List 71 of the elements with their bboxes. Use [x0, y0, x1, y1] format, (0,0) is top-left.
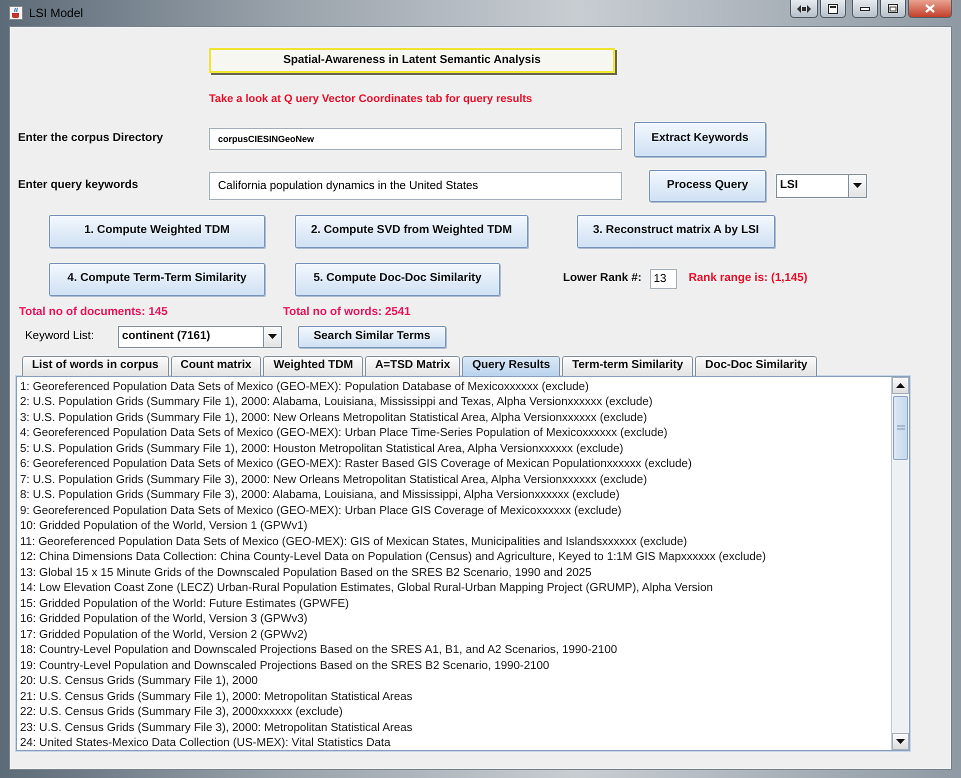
tab[interactable]: Term-term Similarity: [562, 356, 694, 376]
result-row[interactable]: 17: Gridded Population of the World, Version 2 (GPWv2): [20, 628, 891, 643]
result-row[interactable]: 18: Country-Level Population and Downscaled Projections Based on the SRES A1, B1, and A2 Scenarios, 1990-2100: [20, 643, 891, 658]
rank-field[interactable]: 13: [650, 269, 677, 289]
compute-button[interactable]: 1. Compute Weighted TDM: [49, 214, 265, 248]
directory-field[interactable]: corpusCIESINGeoNew: [209, 128, 622, 150]
dropdown-arrow-icon: [268, 334, 277, 339]
compute-button[interactable]: 4. Compute Term-Term Similarity: [49, 262, 265, 296]
result-row[interactable]: 1: Georeferenced Population Data Sets of Mexico (GEO-MEX): Population Database of Mexicoxxxxxx (exclude): [20, 380, 891, 395]
process-query-button[interactable]: Process Query: [649, 170, 766, 202]
window-title: LSI Model: [29, 5, 84, 22]
maximize-button[interactable]: [880, 0, 906, 18]
result-row[interactable]: 19: Country-Level Population and Downscaled Projections Based on the SRES B2 Scenario, 1990-2100: [20, 658, 891, 674]
query-field[interactable]: California population dynamics in the United States: [209, 172, 622, 200]
maximize-icon: [888, 4, 898, 13]
result-row[interactable]: 7: U.S. Population Grids (Summary File 3), 2000: New Orleans Metropolitan Statistical Area, Alpha Versionxxxxxx (exclude): [20, 472, 891, 488]
total-text: Total no of documents: 145: [19, 304, 169, 320]
scrollbar[interactable]: [891, 376, 909, 750]
result-row[interactable]: 13: Global 15 x 15 Minute Grids of the Downscaled Population Based on the SRES B2 Scenario, 1990 and 2025: [20, 566, 891, 581]
result-row[interactable]: 14: Low Elevation Coast Zone (LECZ) Urban-Rural Population Estimates, Global Rural-Urban Mapping Project (GRUMP), Alpha Version: [20, 581, 891, 596]
close-button[interactable]: [908, 0, 952, 18]
keyword-label: Keyword List:: [25, 328, 96, 344]
java-cup-icon: [9, 6, 23, 20]
tab[interactable]: Weighted TDM: [263, 356, 364, 376]
window-icon: [828, 4, 838, 14]
grip-icon: [896, 425, 904, 430]
tab[interactable]: Doc-Doc Similarity: [695, 356, 818, 376]
total-text: Total no of words: 2541: [283, 304, 411, 320]
result-row[interactable]: 12: China Dimensions Data Collection: China County-Level Data on Population (Census) and Agriculture, Keyed to 1:1M GIS Mapxxxxxx (exclude): [20, 550, 891, 566]
extract-keywords-button[interactable]: Extract Keywords: [634, 122, 766, 156]
result-row[interactable]: 3: U.S. Population Grids (Summary File 1), 2000: New Orleans Metropolitan Statistical Area, Alpha Versionxxxxxx (exclude): [20, 410, 891, 426]
arrows-icon: [797, 4, 811, 12]
result-row[interactable]: 23: U.S. Census Grids (Summary File 3), 2000: Metropolitan Statistical Areas: [20, 720, 891, 736]
compute-button[interactable]: 5. Compute Doc-Doc Similarity: [295, 262, 500, 296]
result-row[interactable]: 15: Gridded Population of the World: Future Estimates (GPWFE): [20, 596, 891, 612]
rank-range-text: Rank range is: (1,145): [688, 271, 808, 286]
tab[interactable]: A=TSD Matrix: [365, 356, 460, 376]
tab[interactable]: List of words in corpus: [22, 356, 169, 376]
result-row[interactable]: 24: United States-Mexico Data Collection (US-MEX): Vital Statistics Data: [20, 736, 891, 750]
result-row[interactable]: 9: Georeferenced Population Data Sets of Mexico (GEO-MEX): Urban Place GIS Coverage of Mexicoxxxxxx (exclude): [20, 504, 891, 519]
dropdown-arrow-icon: [853, 183, 862, 188]
minimize-icon: [860, 6, 870, 10]
notice-text: Take a look at Q uery Vector Coordinates tab for query results: [209, 92, 534, 107]
compute-button[interactable]: 3. Reconstruct matrix A by LSI: [577, 214, 775, 248]
result-row[interactable]: 22: U.S. Census Grids (Summary File 3), 2000xxxxxx (exclude): [20, 705, 891, 720]
scroll-down-icon: [896, 738, 905, 744]
result-row[interactable]: 5: U.S. Population Grids (Summary File 1), 2000: Houston Metropolitan Statistical Area, Alpha Versionxxxxxx (exclude): [20, 442, 891, 457]
result-row[interactable]: 6: Georeferenced Population Data Sets of Mexico (GEO-MEX): Raster Based GIS Coverage of Mexican Populationxxxxxx (exclude): [20, 457, 891, 472]
result-row[interactable]: 11: Georeferenced Population Data Sets of Mexico (GEO-MEX): GIS of Mexican States, Municipalities and Islandsxxxxxx (exclude): [20, 534, 891, 550]
scroll-up-icon: [896, 382, 905, 388]
result-row[interactable]: 8: U.S. Population Grids (Summary File 3), 2000: Alabama, Louisiana, and Mississippi, Alpha Versionxxxxxx (exclude): [20, 488, 891, 504]
result-row[interactable]: 2: U.S. Population Grids (Summary File 1), 2000: Alabama, Louisiana, Mississippi and Texas, Alpha Versionxxxxxx (exclude): [20, 395, 891, 410]
tab[interactable]: Query Results: [462, 356, 560, 376]
result-row[interactable]: 16: Gridded Population of the World, Version 3 (GPWv3): [20, 612, 891, 628]
tab[interactable]: Count matrix: [170, 356, 262, 376]
field-label: Enter the corpus Directory: [18, 131, 164, 146]
window-button[interactable]: [820, 0, 846, 18]
result-row[interactable]: 10: Gridded Population of the World, Version 1 (GPWv1): [20, 519, 891, 534]
close-icon: [925, 4, 935, 13]
result-row[interactable]: 21: U.S. Census Grids (Summary File 1), 2000: Metropolitan Statistical Areas: [20, 690, 891, 705]
field-label: Enter query keywords: [18, 178, 140, 193]
method-dropdown[interactable]: LSI: [776, 174, 867, 198]
minimize-button[interactable]: [852, 0, 878, 18]
compute-button[interactable]: 2. Compute SVD from Weighted TDM: [295, 214, 528, 248]
result-row[interactable]: 20: U.S. Census Grids (Summary File 1), 2000: [20, 674, 891, 690]
view-button[interactable]: [790, 0, 818, 18]
search-similar-terms-button[interactable]: Search Similar Terms: [298, 326, 446, 348]
result-row[interactable]: 4: Georeferenced Population Data Sets of Mexico (GEO-MEX): Urban Place Time-Series Population of Mexicoxxxxxx (exclude): [20, 426, 891, 442]
header-title: Spatial-Awareness in Latent Semantic Analysis: [209, 48, 615, 73]
rank-label: Lower Rank #:: [563, 271, 642, 286]
keyword-dropdown[interactable]: continent (7161): [118, 326, 282, 348]
